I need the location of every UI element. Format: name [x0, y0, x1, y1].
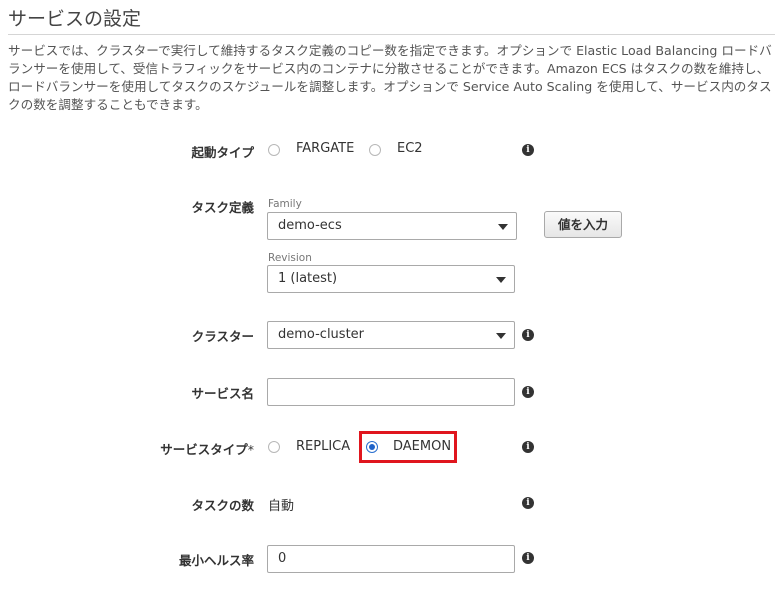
cluster-label: クラスター — [191, 329, 254, 344]
revision-select-value: 1 (latest) — [278, 271, 338, 286]
info-icon[interactable]: i — [522, 329, 534, 341]
revision-select[interactable]: 1 (latest) — [267, 265, 515, 293]
page-title: サービスの設定 — [8, 8, 142, 30]
family-select[interactable]: demo-ecs — [267, 212, 517, 240]
launch-type-ec2-radio[interactable] — [369, 144, 381, 156]
info-icon[interactable]: i — [522, 497, 534, 509]
service-name-label: サービス名 — [191, 386, 254, 401]
required-mark: * — [247, 442, 254, 457]
launch-type-ec2-label[interactable]: EC2 — [397, 141, 423, 156]
launch-type-fargate-radio[interactable] — [268, 144, 280, 156]
min-health-label: 最小ヘルス率 — [178, 553, 254, 568]
service-type-label-text: サービスタイプ — [160, 442, 248, 457]
chevron-down-icon — [498, 224, 508, 230]
title-divider — [8, 34, 775, 35]
chevron-down-icon — [496, 333, 506, 339]
revision-label: Revision — [268, 252, 312, 264]
task-count-value: 自動 — [268, 499, 295, 514]
chevron-down-icon — [496, 277, 506, 283]
task-count-label: タスクの数 — [191, 498, 254, 513]
info-icon[interactable]: i — [522, 144, 534, 156]
enter-value-button[interactable]: 値を入力 — [544, 211, 622, 238]
service-type-replica-label[interactable]: REPLICA — [296, 439, 350, 454]
info-icon[interactable]: i — [522, 386, 534, 398]
launch-type-label: 起動タイプ — [191, 145, 254, 160]
family-select-value: demo-ecs — [278, 218, 342, 233]
info-icon[interactable]: i — [522, 441, 534, 453]
service-type-daemon-label[interactable]: DAEMON — [393, 439, 451, 454]
service-type-replica-radio[interactable] — [268, 441, 280, 453]
cluster-select[interactable]: demo-cluster — [267, 321, 515, 349]
service-type-label: サービスタイプ* — [0, 439, 254, 458]
task-definition-label: タスク定義 — [191, 200, 254, 215]
page-description: サービスでは、クラスターで実行して維持するタスク定義のコピー数を指定できます。オ… — [8, 43, 772, 112]
cluster-select-value: demo-cluster — [278, 327, 365, 342]
service-name-input[interactable] — [267, 378, 515, 406]
min-health-input[interactable]: 0 — [267, 545, 515, 573]
info-icon[interactable]: i — [522, 552, 534, 564]
launch-type-fargate-label[interactable]: FARGATE — [296, 141, 354, 156]
service-type-daemon-radio[interactable] — [366, 441, 378, 453]
family-label: Family — [268, 198, 302, 210]
